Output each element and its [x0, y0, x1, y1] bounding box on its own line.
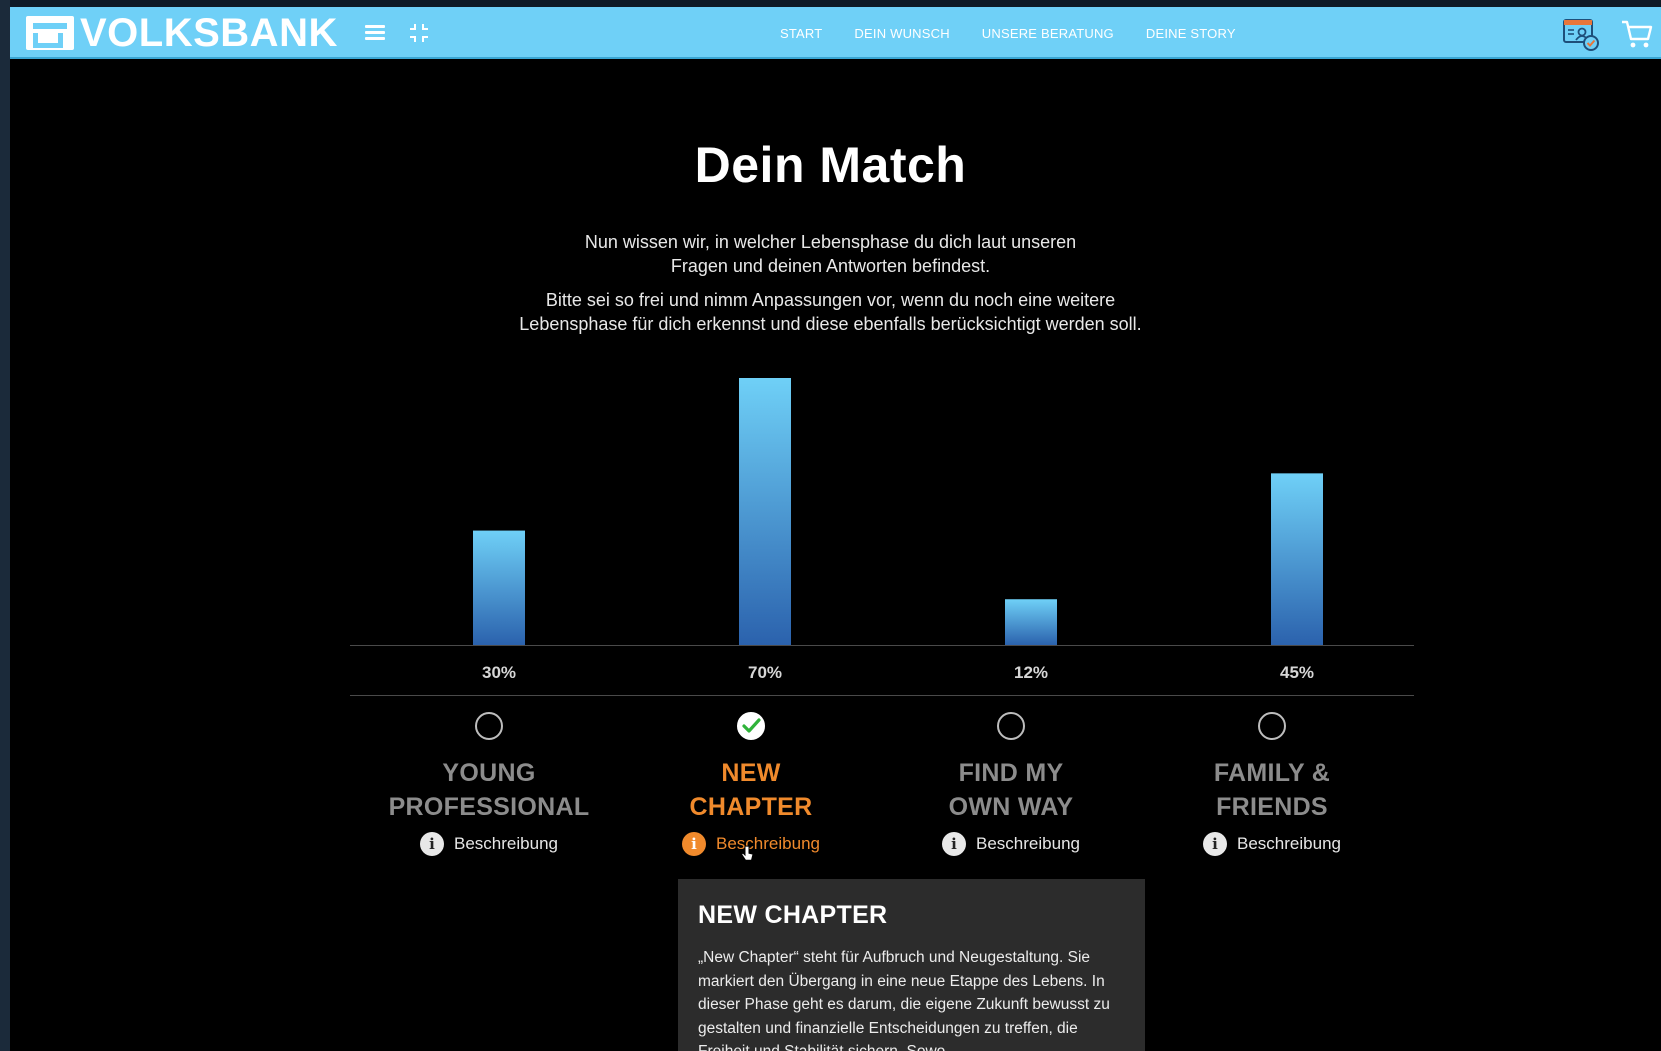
- page-title: Dein Match: [694, 137, 967, 193]
- intro-line: Bitte sei so frei und nimm Anpassungen v…: [545, 290, 1116, 310]
- chart-value-label: 30%: [482, 663, 516, 682]
- mouse-pointer-icon: [740, 845, 754, 861]
- phase-radio-selected[interactable]: [737, 712, 765, 740]
- description-popup: NEW CHAPTER „New Chapter“ steht für Aufb…: [678, 879, 1145, 1051]
- brand-name: VOLKSBANK: [80, 11, 338, 55]
- phase-title: FAMILY & FRIENDS: [1142, 756, 1402, 824]
- intro-line: Fragen und deinen Antworten befindest.: [670, 256, 991, 276]
- collapse-icon[interactable]: [410, 24, 428, 42]
- popup-body: „New Chapter“ steht für Aufbruch und Neu…: [698, 949, 1110, 1051]
- intro-line: Lebensphase für dich erkennst und diese …: [519, 314, 1142, 334]
- beschreibung-link[interactable]: i Beschreibung: [942, 832, 1080, 856]
- phase-title: FIND MY OWN WAY: [881, 756, 1141, 824]
- top-navigation-bar: VOLKSBANK START DEIN WUNSCH UNSERE BERAT…: [10, 7, 1661, 59]
- beschreibung-label: Beschreibung: [976, 834, 1080, 853]
- phase-title-line: NEW: [721, 759, 781, 787]
- phase-title-line: FIND MY: [958, 759, 1064, 787]
- chart-bar: [1005, 599, 1057, 645]
- chart-bar: [1271, 473, 1323, 645]
- window-edge-top: [0, 0, 1661, 7]
- volksbank-logo-mark-icon: [26, 16, 74, 50]
- beschreibung-link[interactable]: i Beschreibung: [1203, 832, 1341, 856]
- chart-value-label: 12%: [1014, 663, 1048, 682]
- main-nav: START DEIN WUNSCH UNSERE BERATUNG DEINE …: [780, 7, 1236, 59]
- menu-icon[interactable]: [365, 25, 385, 41]
- beschreibung-link[interactable]: i Beschreibung: [420, 832, 558, 856]
- intro-paragraph-2: Bitte sei so frei und nimm Anpassungen v…: [0, 288, 1661, 336]
- phase-title-line: OWN WAY: [948, 793, 1074, 821]
- nav-start[interactable]: START: [780, 26, 822, 41]
- match-bar-chart: 30% 70% 12% 45%: [473, 378, 1323, 682]
- phase-title-line: YOUNG: [442, 759, 536, 787]
- chart-value-label: 70%: [748, 663, 782, 682]
- phase-young-professional: YOUNG PROFESSIONAL i Beschreibung: [359, 700, 619, 856]
- phase-radio[interactable]: [1258, 712, 1286, 740]
- phase-find-my-own-way: FIND MY OWN WAY i Beschreibung: [881, 700, 1141, 856]
- cart-icon[interactable]: [1621, 19, 1653, 49]
- phase-title: YOUNG PROFESSIONAL: [359, 756, 619, 824]
- phase-title-line: PROFESSIONAL: [388, 793, 590, 821]
- chart-bar: [739, 378, 791, 645]
- phase-radio[interactable]: [997, 712, 1025, 740]
- chart-value-label: 45%: [1280, 663, 1314, 682]
- phase-family-friends: FAMILY & FRIENDS i Beschreibung: [1142, 700, 1402, 856]
- nav-unsere-beratung[interactable]: UNSERE BERATUNG: [982, 26, 1114, 41]
- nav-deine-story[interactable]: DEINE STORY: [1146, 26, 1236, 41]
- volksbank-logo[interactable]: VOLKSBANK: [26, 11, 338, 55]
- chart-divider: [350, 695, 1414, 696]
- app-window: VOLKSBANK START DEIN WUNSCH UNSERE BERAT…: [0, 0, 1661, 1051]
- phase-radio[interactable]: [475, 712, 503, 740]
- info-icon: i: [942, 832, 967, 856]
- nav-dein-wunsch[interactable]: DEIN WUNSCH: [854, 26, 949, 41]
- phase-title: NEW CHAPTER: [621, 756, 881, 824]
- phase-title-line: FAMILY &: [1213, 759, 1331, 787]
- intro-paragraph-1: Nun wissen wir, in welcher Lebensphase d…: [0, 230, 1661, 278]
- chart-baseline: [350, 645, 1414, 646]
- beschreibung-label: Beschreibung: [454, 834, 558, 853]
- phase-title-line: FRIENDS: [1216, 793, 1328, 821]
- info-icon: i: [682, 832, 707, 856]
- chart-bar: [473, 530, 525, 645]
- info-icon: i: [1203, 832, 1228, 856]
- check-icon: [742, 718, 761, 733]
- popup-title: NEW CHAPTER: [698, 901, 888, 929]
- phase-new-chapter: NEW CHAPTER i Beschreibung: [621, 700, 881, 856]
- profile-card-icon[interactable]: [1562, 16, 1600, 52]
- phase-title-line: CHAPTER: [689, 793, 813, 821]
- beschreibung-label: Beschreibung: [1237, 834, 1341, 853]
- beschreibung-label: Beschreibung: [716, 834, 820, 853]
- intro-line: Nun wissen wir, in welcher Lebensphase d…: [584, 232, 1077, 252]
- info-icon: i: [420, 832, 445, 856]
